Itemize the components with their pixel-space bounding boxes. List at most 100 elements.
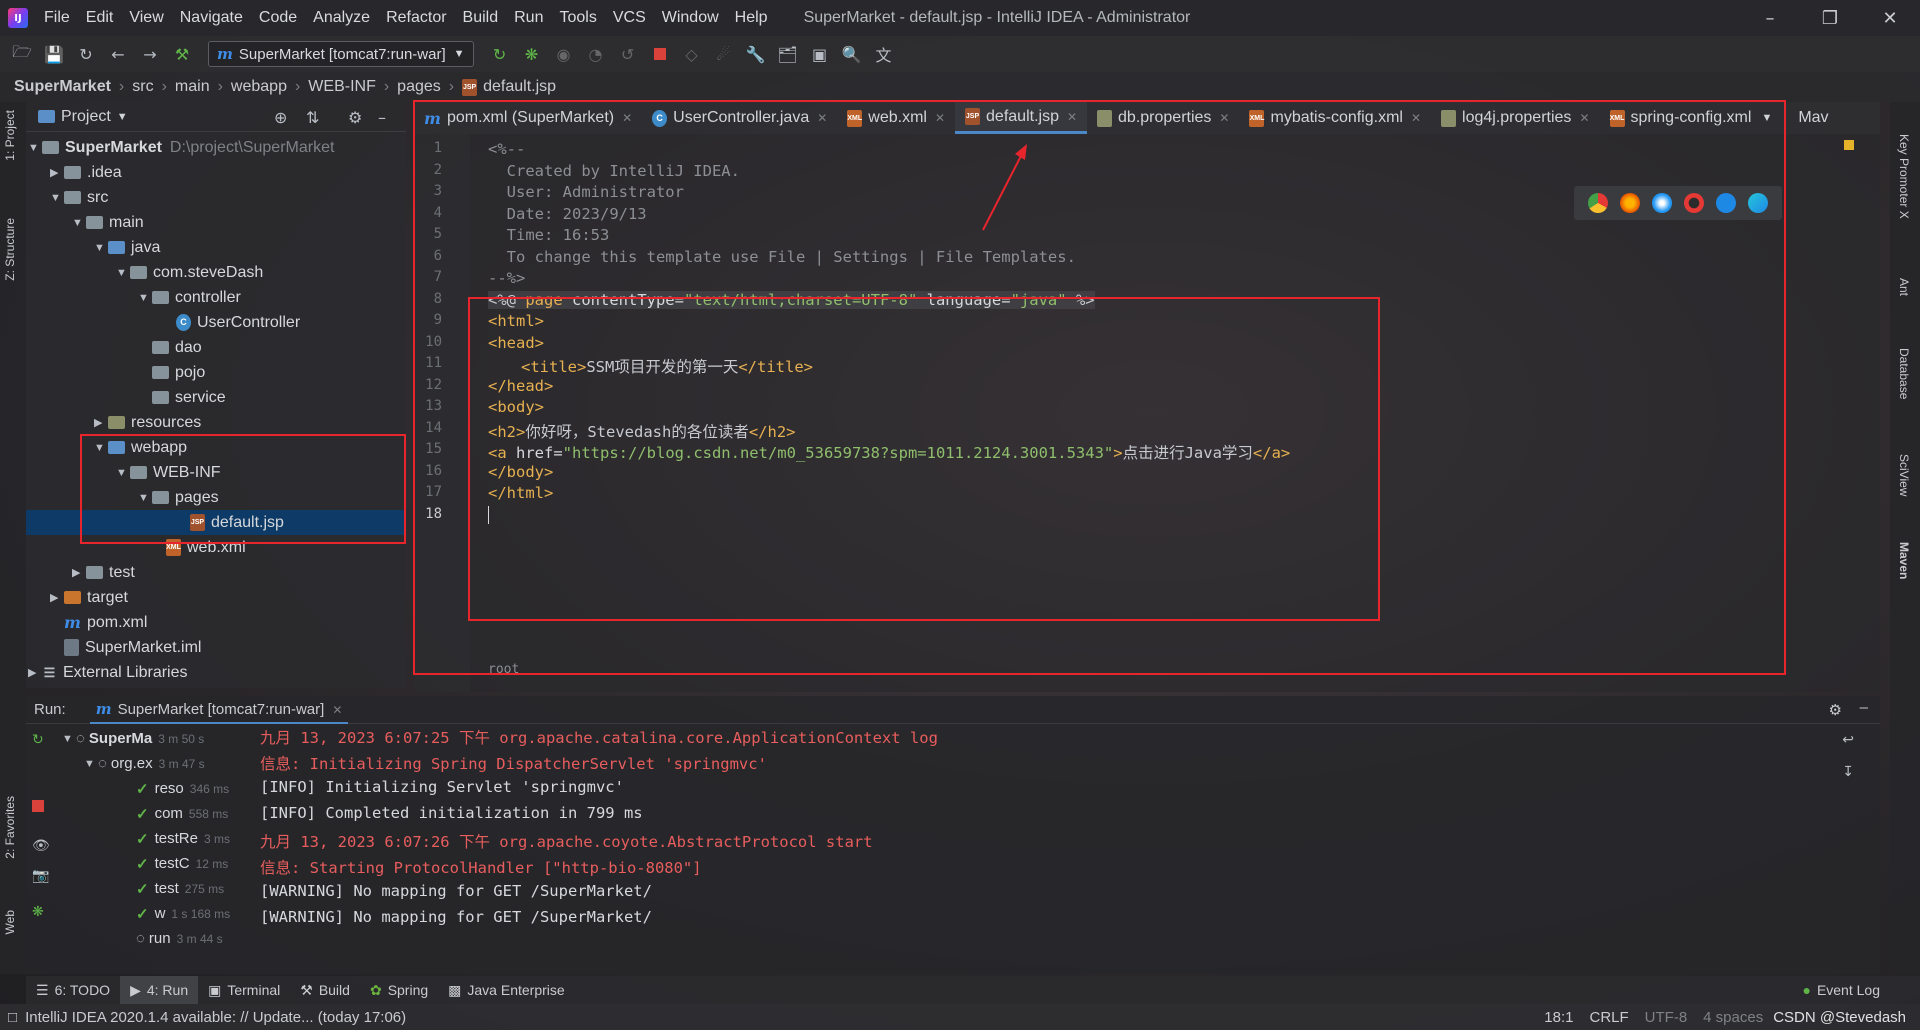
caret-position[interactable]: 18:1 [1544,1009,1573,1026]
menu-edit[interactable]: Edit [78,9,122,27]
search-icon[interactable]: 🔍 [836,40,868,68]
tree-item-web-xml[interactable]: XML web.xml [26,535,406,560]
terminal-window-icon[interactable]: ▣ [804,40,836,68]
coverage-icon[interactable]: ◉ [548,40,580,68]
tab-structure-tool[interactable]: Z: Structure [3,218,17,281]
tab-mybatis-config[interactable]: XML mybatis-config.xml ✕ [1239,102,1431,134]
gear-icon[interactable]: ⚙ [1829,701,1842,719]
run-tree-item[interactable]: ▼ ◌ SuperMa 3 m 50 s [62,726,272,751]
close-icon[interactable]: ✕ [1219,111,1229,125]
debug-bug-icon[interactable]: ❋ [32,904,44,920]
attach-icon[interactable]: ◇ [676,40,708,68]
breadcrumb-file[interactable]: default.jsp [483,78,556,96]
stop-icon[interactable] [32,800,44,812]
tab-default-jsp[interactable]: JSP default.jsp ✕ [955,102,1088,134]
back-arrow-icon[interactable]: ← [102,40,134,68]
tree-item-external-libraries[interactable]: ▶ ☰ External Libraries [26,660,406,685]
menu-analyze[interactable]: Analyze [305,9,378,27]
edge-icon[interactable] [1748,193,1768,213]
tab-key-promoter[interactable]: Key Promoter X [1897,134,1911,219]
tool-spring[interactable]: ✿ Spring [360,976,438,1004]
code-line-5[interactable]: Time: 16:53 [488,226,610,244]
code-line-9[interactable]: <html> [488,312,544,330]
code-line-8[interactable]: <%@ page contentType="text/html;charset=… [488,291,1095,309]
camera-icon[interactable]: 📷 [32,868,49,884]
status-message[interactable]: IntelliJ IDEA 2020.1.4 available: // Upd… [25,1009,406,1026]
tree-item-default-jsp[interactable]: JSP default.jsp [26,510,406,535]
tree-item-pojo[interactable]: pojo [26,360,406,385]
code-line-14[interactable]: <h2>你好呀，Stevedash的各位读者</h2> [488,420,796,442]
breadcrumb-webapp[interactable]: webapp [231,78,287,96]
run-tree-item[interactable]: ✓ testRe 3 ms [136,826,266,851]
menu-code[interactable]: Code [251,9,305,27]
open-folder-icon[interactable]: 🗁 [6,40,38,68]
rerun-icon[interactable]: ↻ [484,40,516,68]
menu-build[interactable]: Build [455,9,507,27]
stop-icon[interactable] [644,40,676,68]
run-tree-item[interactable]: ◌ run 3 m 44 s [136,926,266,951]
run-tree-item[interactable]: ✓ w 1 s 168 ms [136,901,266,926]
tool-run[interactable]: ▶ 4: Run [120,976,199,1004]
breadcrumb-webinf[interactable]: WEB-INF [308,78,376,96]
breadcrumb-main[interactable]: main [175,78,210,96]
menu-run[interactable]: Run [506,9,551,27]
project-panel-title[interactable]: Project [61,108,111,126]
menu-vcs[interactable]: VCS [605,9,654,27]
run-tree-item[interactable]: ✓ testC 12 ms [136,851,266,876]
tree-item-java[interactable]: ▼ java [26,235,406,260]
tab-log4j[interactable]: log4j.properties ✕ [1431,102,1599,134]
close-icon[interactable]: ✕ [1067,110,1077,124]
tree-item-main[interactable]: ▼ main [26,210,406,235]
code-footer-breadcrumb[interactable]: root [488,662,519,677]
run-tree-item[interactable]: ✓ com 558 ms [136,801,266,826]
tree-item-src[interactable]: ▼ src [26,185,406,210]
tab-usercontroller[interactable]: C UserController.java ✕ [642,102,837,134]
tool-todo[interactable]: ☰ 6: TODO [26,976,120,1004]
menu-navigate[interactable]: Navigate [172,9,251,27]
forward-arrow-icon[interactable]: → [134,40,166,68]
code-line-10[interactable]: <head> [488,334,544,352]
run-config-tab[interactable]: m SuperMarket [tomcat7:run-war] ✕ [89,696,349,724]
code-line-13[interactable]: <body> [488,398,544,416]
collapse-all-icon[interactable]: ⇅ [306,108,319,127]
close-window-button[interactable]: ✕ [1860,0,1920,36]
soft-wrap-icon[interactable]: ↩ [1842,732,1854,748]
tree-item-resources[interactable]: ▶ resources [26,410,406,435]
tab-maven[interactable]: Maven [1897,542,1911,579]
close-icon[interactable]: ✕ [332,703,342,717]
tab-pom-xml[interactable]: m pom.xml (SuperMarket) ✕ [414,102,642,134]
tree-item-iml[interactable]: SuperMarket.iml [26,635,406,660]
project-structure-icon[interactable]: 🗂 [772,40,804,68]
chrome-icon[interactable] [1588,193,1608,213]
menu-window[interactable]: Window [654,9,727,27]
translate-icon[interactable]: 文 [868,40,900,68]
code-line-2[interactable]: Created by IntelliJ IDEA. [488,162,740,180]
maven-tool-label[interactable]: Mav [1788,102,1838,134]
close-icon[interactable]: ✕ [622,111,632,125]
code-line-3[interactable]: User: Administrator [488,183,684,201]
tree-item-idea[interactable]: ▶ .idea [26,160,406,185]
tree-item-webinf[interactable]: ▼ WEB-INF [26,460,406,485]
tab-favorites-tool[interactable]: 2: Favorites [3,796,17,859]
tab-database[interactable]: Database [1897,348,1911,399]
scroll-to-end-icon[interactable]: ↧ [1842,764,1854,780]
tree-root[interactable]: ▼ SuperMarket D:\project\SuperMarket [26,135,406,160]
code-line-16[interactable]: </body> [488,463,553,481]
tab-web-tool[interactable]: Web [3,910,17,934]
code-line-11[interactable]: <title>SSM项目开发的第一天</title> [488,355,813,377]
safari-icon[interactable] [1652,193,1672,213]
eye-icon[interactable]: 👁 [32,838,50,854]
locate-target-icon[interactable]: ⊕ [274,108,287,127]
hide-panel-icon[interactable]: – [1860,699,1868,716]
tree-item-dao[interactable]: dao [26,335,406,360]
code-line-6[interactable]: To change this template use File | Setti… [488,248,1076,266]
build-hammer-icon[interactable]: ⚒ [166,40,198,68]
tree-item-pages[interactable]: ▼ pages [26,485,406,510]
hide-panel-icon[interactable]: – [378,108,386,127]
tree-item-service[interactable]: service [26,385,406,410]
menu-file[interactable]: File [36,9,78,27]
indent-setting[interactable]: 4 spaces [1703,1009,1763,1026]
gear-icon[interactable]: ⚙ [348,108,362,127]
tree-item-controller[interactable]: ▼ controller [26,285,406,310]
menu-help[interactable]: Help [727,9,776,27]
